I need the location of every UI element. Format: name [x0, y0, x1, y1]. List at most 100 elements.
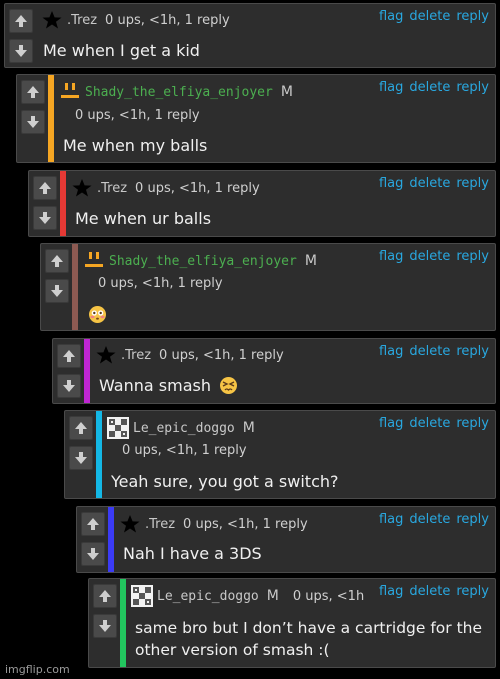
- username[interactable]: .Trez: [121, 348, 151, 363]
- reply-link[interactable]: reply: [456, 176, 489, 191]
- comment-3: .Trez 0 ups, <1h, 1 reply Me when ur bal…: [28, 170, 496, 237]
- username[interactable]: Shady_the_elfiya_enjoyer: [85, 85, 273, 100]
- downvote-button[interactable]: [21, 110, 45, 134]
- flag-link[interactable]: flag: [379, 249, 403, 264]
- comment-text-line: other version of smash :(: [135, 641, 330, 659]
- arrow-up-icon: [87, 518, 99, 530]
- username[interactable]: .Trez: [67, 13, 97, 28]
- comment-actions: flag delete reply: [373, 344, 489, 359]
- reply-link[interactable]: reply: [456, 249, 489, 264]
- upvote-button[interactable]: [69, 416, 93, 440]
- pixel-doggo-avatar-icon[interactable]: [131, 585, 153, 607]
- arrow-down-icon: [63, 380, 75, 392]
- username[interactable]: Le_epic_doggo: [157, 589, 259, 604]
- star-avatar-icon[interactable]: [95, 344, 117, 366]
- reply-link[interactable]: reply: [456, 344, 489, 359]
- comment-text: Me when ur balls: [75, 209, 212, 228]
- mod-badge: M: [280, 84, 293, 100]
- flag-link[interactable]: flag: [379, 512, 403, 527]
- flag-link[interactable]: flag: [379, 80, 403, 95]
- username[interactable]: .Trez: [145, 517, 175, 532]
- thread-stripe: [48, 75, 54, 162]
- upvote-button[interactable]: [21, 80, 45, 104]
- upvote-button[interactable]: [33, 176, 57, 200]
- downvote-button[interactable]: [33, 206, 57, 230]
- delete-link[interactable]: delete: [409, 9, 450, 24]
- delete-link[interactable]: delete: [409, 176, 450, 191]
- username[interactable]: .Trez: [97, 181, 127, 196]
- thread-stripe: [96, 411, 102, 498]
- downvote-button[interactable]: [57, 374, 81, 398]
- comment-4: Shady_the_elfiya_enjoyer M 0 ups, <1h, 1…: [40, 243, 496, 331]
- arrow-down-icon: [39, 212, 51, 224]
- flag-link[interactable]: flag: [379, 176, 403, 191]
- vote-box: [77, 507, 107, 572]
- comment-meta: 0 ups, <1h: [292, 588, 365, 604]
- flag-link[interactable]: flag: [379, 344, 403, 359]
- comment-actions: flag delete reply: [373, 80, 489, 95]
- star-avatar-icon[interactable]: [119, 513, 141, 535]
- upvote-button[interactable]: [9, 9, 33, 33]
- thread-stripe: [60, 171, 66, 236]
- comment-2: Shady_the_elfiya_enjoyer M 0 ups, <1h, 1…: [16, 74, 496, 163]
- delete-link[interactable]: delete: [409, 584, 450, 599]
- flag-link[interactable]: flag: [379, 584, 403, 599]
- delete-link[interactable]: delete: [409, 512, 450, 527]
- vote-box: [89, 579, 119, 667]
- arrow-up-icon: [75, 422, 87, 434]
- arrow-up-icon: [51, 255, 63, 267]
- pixel-doggo-avatar-icon[interactable]: [107, 417, 129, 439]
- thread-stripe: [120, 579, 126, 667]
- comment-actions: flag delete reply: [373, 512, 489, 527]
- arrow-up-icon: [63, 350, 75, 362]
- delete-link[interactable]: delete: [409, 344, 450, 359]
- comment-meta: 0 ups, <1h, 1 reply: [135, 180, 260, 196]
- upvote-button[interactable]: [57, 344, 81, 368]
- comment-text: Me when I get a kid: [43, 41, 200, 60]
- delete-link[interactable]: delete: [409, 249, 450, 264]
- delete-link[interactable]: delete: [409, 416, 450, 431]
- downvote-button[interactable]: [69, 446, 93, 470]
- comment-text-line: same bro but I don’t have a cartridge fo…: [135, 619, 483, 637]
- mod-badge: M: [242, 420, 255, 436]
- username[interactable]: Shady_the_elfiya_enjoyer: [109, 254, 297, 269]
- arrow-down-icon: [87, 548, 99, 560]
- downvote-button[interactable]: [93, 614, 117, 638]
- reply-link[interactable]: reply: [456, 80, 489, 95]
- arrow-down-icon: [27, 116, 39, 128]
- reply-link[interactable]: reply: [456, 512, 489, 527]
- vote-box: [5, 4, 35, 67]
- arrow-down-icon: [15, 45, 27, 57]
- downvote-button[interactable]: [45, 279, 69, 303]
- star-avatar-icon[interactable]: [41, 9, 63, 31]
- downvote-button[interactable]: [9, 39, 33, 63]
- downvote-button[interactable]: [81, 542, 105, 566]
- comment-5: .Trez 0 ups, <1h, 1 reply Wanna smash fl…: [52, 338, 496, 404]
- reply-link[interactable]: reply: [456, 9, 489, 24]
- upvote-button[interactable]: [45, 249, 69, 273]
- comment-actions: flag delete reply: [373, 416, 489, 431]
- upvote-button[interactable]: [93, 584, 117, 608]
- thread-stripe: [84, 339, 90, 403]
- comment-8: Le_epic_doggo M 0 ups, <1h same bro but …: [88, 578, 496, 668]
- orange-face-avatar-icon[interactable]: [59, 81, 81, 103]
- arrow-down-icon: [75, 452, 87, 464]
- username[interactable]: Le_epic_doggo: [133, 421, 235, 436]
- comment-actions: flag delete reply: [373, 584, 489, 599]
- watermark: imgflip.com: [5, 663, 70, 676]
- flag-link[interactable]: flag: [379, 416, 403, 431]
- comment-actions: flag delete reply: [373, 9, 489, 24]
- comment-text: Me when my balls: [63, 136, 208, 155]
- orange-face-avatar-icon[interactable]: [83, 250, 105, 272]
- upvote-button[interactable]: [81, 512, 105, 536]
- vote-box: [17, 75, 47, 162]
- reply-link[interactable]: reply: [456, 584, 489, 599]
- star-avatar-icon[interactable]: [71, 177, 93, 199]
- delete-link[interactable]: delete: [409, 80, 450, 95]
- reply-link[interactable]: reply: [456, 416, 489, 431]
- comment-text: [89, 304, 106, 326]
- comment-text: Wanna smash: [99, 375, 238, 397]
- thread-stripe: [108, 507, 114, 572]
- vote-box: [29, 171, 59, 236]
- flag-link[interactable]: flag: [379, 9, 403, 24]
